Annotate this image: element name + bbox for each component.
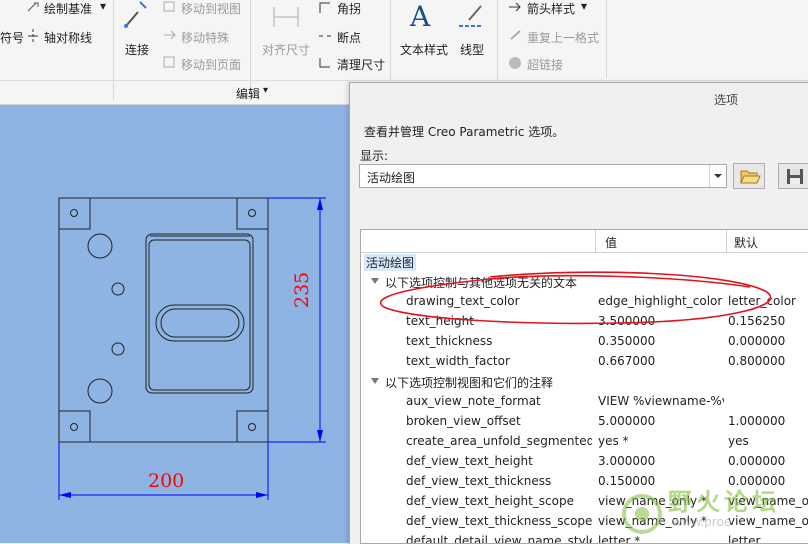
table-row[interactable]: create_area_unfold_segmented yes * yes [361, 432, 808, 452]
connect-button[interactable]: 连接 [125, 41, 149, 58]
tree-group-row[interactable]: 以下选项控制视图和它们的注释 [361, 372, 808, 392]
ribbon-divider [606, 0, 607, 78]
show-label: 显示: [360, 149, 389, 163]
option-name: create_area_unfold_segmented [406, 434, 592, 448]
move-to-page-button[interactable]: 移动到页面 [181, 56, 241, 73]
align-dims-icon [272, 3, 300, 34]
option-name: def_view_text_thickness [406, 474, 552, 488]
line-style-button[interactable]: 线型 [460, 41, 484, 58]
table-row[interactable]: def_view_text_height 3.000000 0.000000 [361, 452, 808, 472]
hyperlink-button[interactable]: 超链接 [527, 56, 563, 73]
option-name: aux_view_note_format [406, 394, 541, 408]
move-icon [163, 1, 177, 16]
save-icon[interactable] [778, 163, 808, 189]
corner-icon [318, 1, 332, 17]
breakpoint-icon [318, 29, 332, 45]
move-special-icon [163, 29, 177, 44]
table-row[interactable]: aux_view_note_format VIEW %viewname-%vi [361, 392, 808, 412]
line-style-icon [455, 2, 487, 33]
option-value[interactable]: 0.667000 [598, 354, 724, 368]
repeat-format-button[interactable]: 重复上一格式 [527, 29, 599, 46]
text-style-button[interactable]: 文本样式 [400, 41, 448, 58]
show-select-value: 活动绘图 [367, 171, 416, 185]
repeat-format-icon [508, 29, 524, 45]
option-default: yes [728, 434, 749, 448]
column-divider [726, 230, 727, 252]
arrow-style-icon [508, 1, 524, 17]
svg-text:A: A [409, 0, 431, 32]
tree-group-label: 以下选项控制视图和它们的注释 [385, 376, 554, 390]
ribbon-divider [113, 0, 114, 100]
column-divider [595, 230, 596, 252]
option-default: 0.000000 [728, 454, 786, 468]
open-folder-button[interactable] [733, 163, 765, 189]
chevron-down-icon[interactable]: ▾ [581, 0, 587, 13]
dialog-description: 查看并管理 Creo Parametric 选项。 [364, 125, 565, 139]
table-header: 值 默认 [361, 230, 808, 253]
align-dims-button[interactable]: 对齐尺寸 [262, 41, 310, 58]
chevron-down-icon[interactable]: ▾ [100, 0, 106, 13]
options-dialog: 选项 查看并管理 Creo Parametric 选项。 显示: 活动绘图 值 … [349, 82, 808, 544]
option-name: broken_view_offset [406, 414, 521, 428]
column-header-default[interactable]: 默认 [734, 234, 758, 251]
watermark-text: 野火论坛 [668, 488, 780, 516]
width-dimension-text[interactable]: 200 [148, 470, 184, 492]
red-annotation-ellipse [379, 271, 772, 325]
option-value[interactable]: 5.000000 [598, 414, 724, 428]
arrow-style-button[interactable]: 箭头样式 [527, 0, 575, 17]
breakpoint-button[interactable]: 断点 [337, 29, 361, 46]
connect-icon [122, 0, 150, 33]
option-value[interactable]: 3.000000 [598, 454, 724, 468]
watermark-url: www.proe [672, 515, 732, 529]
axis-of-symmetry-button[interactable]: 轴对称线 [44, 29, 92, 46]
option-name: text_width_factor [406, 354, 510, 368]
watermark: 野火论坛 www.proe [620, 480, 808, 543]
group-divider [0, 80, 808, 81]
expand-icon[interactable] [371, 378, 379, 384]
hyperlink-icon [508, 56, 524, 73]
option-value[interactable]: VIEW %viewname-%vi [598, 394, 724, 408]
move-special-button[interactable]: 移动特殊 [181, 29, 229, 46]
drawing-canvas[interactable]: 200 235 [0, 105, 350, 543]
move-to-view-button[interactable]: 移动到视图 [181, 0, 241, 17]
option-name: def_view_text_height [406, 454, 533, 468]
datum-icon [26, 1, 40, 16]
symbol-button[interactable]: 符号 [0, 29, 24, 46]
table-row[interactable]: broken_view_offset 5.000000 1.000000 [361, 412, 808, 432]
draw-datum-button[interactable]: 绘制基准 [44, 0, 92, 17]
move-page-icon [163, 56, 177, 71]
option-name: def_view_text_thickness_scope [406, 514, 592, 528]
option-default: 1.000000 [728, 414, 786, 428]
option-name: def_view_text_height_scope [406, 494, 574, 508]
table-row[interactable]: text_width_factor 0.667000 0.800000 [361, 352, 808, 372]
chevron-down-icon[interactable]: ▾ [263, 85, 268, 96]
column-header-value[interactable]: 值 [605, 234, 617, 251]
edit-group-label[interactable]: 编辑 [236, 85, 260, 102]
clean-dims-icon [318, 56, 332, 72]
chevron-down-icon[interactable] [709, 165, 726, 187]
corner-button[interactable]: 角拐 [337, 0, 361, 17]
show-select[interactable]: 活动绘图 [359, 164, 727, 188]
option-default: 0.800000 [728, 354, 786, 368]
dialog-title: 选项 [714, 93, 739, 107]
clean-dims-button[interactable]: 清理尺寸 [337, 56, 385, 73]
text-style-icon: A [408, 0, 440, 35]
option-value[interactable]: yes * [598, 434, 724, 448]
axis-symmetry-icon [26, 29, 40, 46]
height-dimension-text[interactable]: 235 [291, 272, 313, 308]
